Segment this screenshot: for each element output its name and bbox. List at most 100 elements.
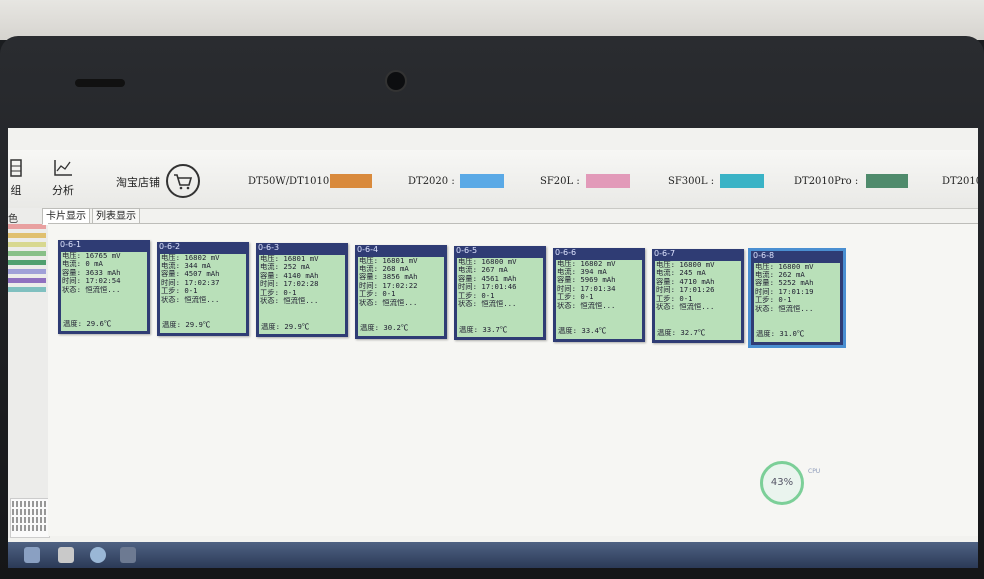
background-wall [0, 0, 984, 40]
channel-time: 时间: 17:01:26 [656, 286, 715, 295]
taskbar-app-icon[interactable] [90, 547, 106, 563]
channel-status: 状态: 恒流恒... [755, 304, 814, 313]
channel-card[interactable]: 0-6-1 电压: 16765 mV 电流: 0 mA 容量: 3633 mAh 时间:… [58, 240, 150, 334]
speaker-slot [75, 79, 125, 87]
channel-current: 电流: 267 mA [458, 266, 508, 275]
cpu-label: CPU [808, 468, 821, 475]
app-window: 组 分析 淘宝店铺 DT50W/DT1010 : DT2020 : SF20L … [8, 128, 978, 568]
channel-status: 状态: 恒流恒... [260, 297, 319, 306]
cpu-gauge: 43% [760, 461, 804, 505]
legend-sf300l: SF300L : [668, 176, 715, 187]
legend-dt2020-swatch [460, 174, 504, 188]
legend-sf20l: SF20L : [540, 176, 580, 187]
channel-current: 电流: 262 mA [755, 270, 805, 279]
channel-readout: 电压: 16802 mV 电流: 394 mA 容量: 5969 mAh 时间: 17… [556, 259, 642, 339]
channel-time: 时间: 17:01:34 [557, 284, 616, 293]
channel-status: 状态: 恒流恒... [359, 298, 418, 307]
sidebar-color-row[interactable] [8, 260, 46, 265]
sidebar-color-row[interactable] [8, 233, 46, 238]
sidebar-color-row[interactable] [8, 278, 46, 283]
channel-voltage: 电压: 16765 mV [62, 252, 121, 260]
sidebar-color-row[interactable] [8, 224, 46, 229]
group-label: 组 [10, 184, 22, 197]
channel-time: 时间: 17:01:19 [755, 287, 814, 296]
channel-temperature: 温度: 31.0℃ [756, 330, 805, 339]
channel-capacity: 容量: 4507 mAh [161, 270, 220, 279]
toolbar: 组 分析 淘宝店铺 DT50W/DT1010 : DT2020 : SF20L … [8, 150, 978, 209]
channel-step: 工步: 0-1 [161, 287, 198, 296]
channel-voltage: 电压: 16800 mV [458, 258, 517, 266]
channel-status: 状态: 恒流恒... [458, 300, 517, 309]
channel-capacity: 容量: 3633 mAh [62, 268, 121, 277]
analyze-label: 分析 [52, 184, 74, 197]
channel-capacity: 容量: 4140 mAh [260, 271, 319, 280]
channel-step: 工步: 0-1 [260, 288, 297, 297]
channel-temperature: 温度: 29.6℃ [63, 319, 112, 328]
taskbar-app-icon[interactable] [120, 547, 136, 563]
channel-card[interactable]: 0-6-3 电压: 16801 mV 电流: 252 mA 容量: 4140 mAh 时… [256, 243, 348, 337]
channel-id: 0-6-7 [654, 249, 676, 258]
shop-cart-button[interactable] [166, 164, 200, 198]
channel-capacity: 容量: 3856 mAh [359, 273, 418, 282]
channel-status: 状态: 恒流恒... [557, 301, 616, 310]
channel-card[interactable]: 0-6-2 电压: 16802 mV 电流: 344 mA 容量: 4507 mAh 时… [157, 241, 249, 336]
channel-capacity: 容量: 5252 mAh [755, 279, 814, 288]
sidebar-color-row[interactable] [8, 251, 46, 256]
channel-current: 电流: 394 mA [557, 267, 607, 276]
sidebar-color-row[interactable] [8, 287, 46, 292]
channel-temperature: 温度: 33.4℃ [558, 327, 607, 336]
channel-time: 时间: 17:02:22 [359, 281, 418, 290]
channel-id: 0-6-1 [60, 240, 82, 249]
legend-dt50w: DT50W/DT1010 : [248, 176, 336, 187]
channel-readout: 电压: 16765 mV 电流: 0 mA 容量: 3633 mAh 时间: 17:0… [61, 252, 147, 331]
channel-capacity: 容量: 5969 mAh [557, 276, 616, 285]
sidebar-log [10, 498, 50, 538]
sidebar-header: 色 [8, 214, 18, 225]
channel-id: 0-6-6 [555, 247, 577, 257]
taskbar-app-icon[interactable] [58, 547, 74, 563]
channel-temperature: 温度: 33.7℃ [459, 325, 508, 334]
channel-voltage: 电压: 16801 mV [260, 255, 319, 263]
channel-card[interactable]: 0-6-6 电压: 16802 mV 电流: 394 mA 容量: 5969 mAh 时… [553, 247, 645, 342]
channel-status: 状态: 恒流恒... [62, 285, 121, 294]
channel-card[interactable]: 0-6-8 电压: 16800 mV 电流: 262 mA 容量: 5252 mAh 时… [748, 247, 846, 348]
channel-readout: 电压: 16800 mV 电流: 245 mA 容量: 4710 mAh 时间: 17… [655, 261, 741, 340]
channel-card[interactable]: 0-6-4 电压: 16801 mV 电流: 268 mA 容量: 3856 mAh 时… [355, 244, 447, 339]
channel-card[interactable]: 0-6-7 电压: 16800 mV 电流: 245 mA 容量: 4710 mAh 时… [652, 249, 744, 343]
channel-time: 时间: 17:02:54 [62, 277, 121, 286]
legend-dt2010pro-2: DT2010Pr [942, 176, 978, 187]
channel-voltage: 电压: 16801 mV [359, 256, 418, 265]
sidebar: 色 [8, 208, 50, 538]
channel-temperature: 温度: 29.9℃ [162, 321, 211, 330]
channel-readout: 电压: 16801 mV 电流: 252 mA 容量: 4140 mAh 时间: 17… [259, 255, 345, 334]
channel-id: 0-6-8 [753, 250, 775, 260]
channel-voltage: 电压: 16802 mV [161, 253, 220, 262]
channel-step: 工步: 0-1 [359, 290, 396, 299]
channel-time: 时间: 17:02:37 [161, 278, 220, 287]
channel-card[interactable]: 0-6-5 电压: 16800 mV 电流: 267 mA 容量: 4561 mAh 时… [454, 246, 546, 340]
channel-status: 状态: 恒流恒... [656, 303, 715, 312]
channel-step: 工步: 0-1 [557, 293, 594, 302]
channel-id: 0-6-2 [159, 241, 181, 251]
legend-dt2020: DT2020 : [408, 176, 455, 187]
channel-current: 电流: 0 mA [62, 260, 103, 269]
channel-step: 工步: 0-1 [656, 294, 693, 303]
analyze-button[interactable]: 分析 [41, 156, 85, 202]
legend-dt2010pro: DT2010Pro : [794, 176, 859, 187]
sidebar-color-row[interactable] [8, 242, 46, 247]
channel-id: 0-6-5 [456, 246, 478, 255]
channel-temperature: 温度: 29.9℃ [261, 322, 310, 331]
channel-temperature: 温度: 32.7℃ [657, 328, 706, 337]
taskbar [8, 542, 978, 568]
sidebar-color-row[interactable] [8, 269, 46, 274]
channel-capacity: 容量: 4561 mAh [458, 274, 517, 283]
grid-icon [10, 159, 22, 177]
channel-time: 时间: 17:01:46 [458, 283, 517, 292]
taskbar-app-icon[interactable] [24, 547, 40, 563]
legend-dt50w-swatch [330, 174, 372, 188]
channel-readout: 电压: 16800 mV 电流: 262 mA 容量: 5252 mAh 时间: 17… [754, 262, 840, 342]
channel-current: 电流: 268 mA [359, 264, 409, 273]
channel-voltage: 电压: 16800 mV [656, 261, 715, 269]
legend-sf300l-swatch [720, 174, 764, 188]
group-button[interactable]: 组 [8, 156, 38, 202]
